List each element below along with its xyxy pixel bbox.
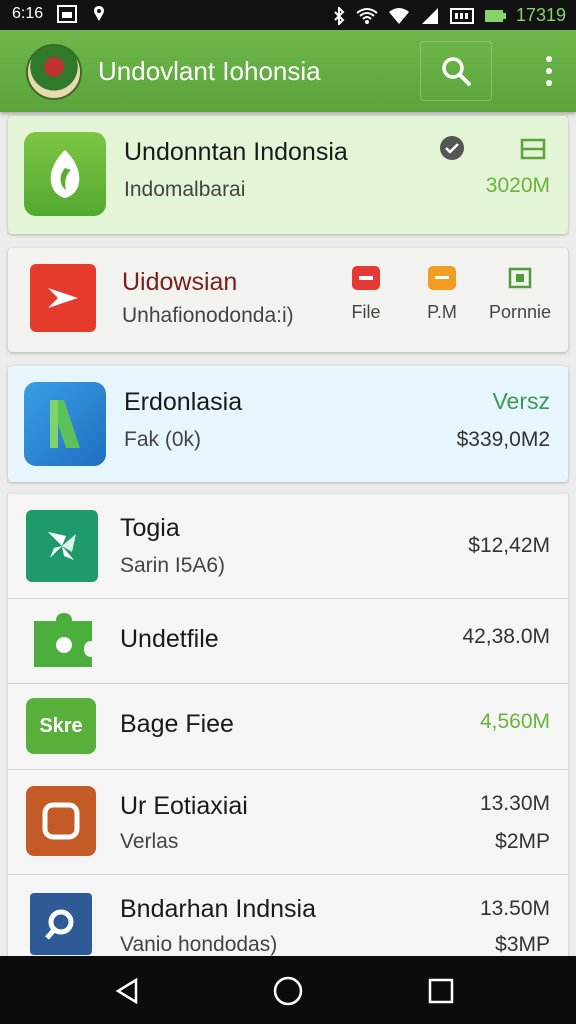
overflow-menu-button[interactable] [544, 56, 554, 86]
list-item-size: 13.30M [479, 792, 550, 815]
list-item-size-secondary: $3MP [495, 933, 550, 956]
status-bar: 6:16 17319 [0, 0, 576, 30]
home-icon [273, 976, 303, 1006]
list-item-title: Ur Eotiaxiai [120, 792, 248, 820]
featured-subtitle: Indomalbarai [124, 178, 246, 201]
selected-card-size: $339,0M2 [456, 428, 550, 451]
list-item-size: 42,38.0M [462, 625, 550, 648]
navigation-bar [0, 956, 576, 1024]
sim-icon [449, 7, 474, 25]
recents-icon [428, 978, 454, 1004]
selected-app-card[interactable]: Erdonlasia Fak (0k) Versz $339,0M2 [8, 366, 568, 482]
app-title: Undovlant Iohonsia [98, 56, 321, 86]
pornnie-action-button[interactable]: Pornnie [480, 266, 560, 323]
file-action-label: File [351, 302, 381, 322]
list-item-subtitle: Sarin I5A6) [120, 554, 226, 577]
list-item-title: Bage Fiee [120, 710, 234, 738]
bluetooth-icon [332, 6, 346, 25]
puzzle-icon [26, 611, 98, 671]
wifi-icon [356, 7, 378, 25]
battery-level: 17319 [515, 5, 566, 25]
list-item[interactable]: Skre Bage Fiee 4,560M [8, 684, 568, 770]
selected-card-title: Erdonlasia [124, 388, 243, 416]
list-item-title: Bndarhan Indnsia [120, 895, 316, 923]
check-icon [440, 136, 464, 160]
stripe-app-icon [24, 382, 106, 466]
list-item[interactable]: Togia Sarin I5A6) $12,42M [8, 494, 568, 599]
selected-card-subtitle: Fak (0k) [124, 428, 202, 451]
featured-app-card[interactable]: Undonntan Indonsia Indomalbarai 3020M [8, 116, 568, 234]
back-icon [115, 977, 138, 1005]
list-item-size: 4,560M [479, 710, 550, 733]
list-item-size: $12,42M [468, 534, 550, 557]
action-card-title: Uidowsian [122, 268, 238, 296]
list-item[interactable]: Bndarhan Indnsia Vanio hondodas) 13.50M … [8, 875, 568, 956]
frame-icon [26, 786, 96, 856]
pm-action-icon [428, 266, 456, 290]
list-item[interactable]: Undetfile 42,38.0M [8, 599, 568, 684]
wifi-signal-icon [388, 7, 410, 25]
location-notification-icon [91, 5, 107, 23]
file-action-icon [352, 266, 380, 290]
clock: 6:16 [12, 5, 44, 22]
list-item-size: 13.50M [479, 897, 550, 920]
search-lens-icon [30, 893, 92, 955]
cell-signal-icon [420, 7, 440, 25]
pm-action-label: P.M [427, 302, 457, 322]
battery-icon [484, 7, 506, 25]
pm-action-button[interactable]: P.M [402, 266, 482, 323]
home-button[interactable] [271, 974, 305, 1008]
play-app-icon [30, 264, 96, 332]
recents-button[interactable] [424, 974, 458, 1008]
featured-size: 3020M [485, 174, 550, 197]
action-card-subtitle: Unhafionodonda:i) [122, 304, 294, 327]
pinwheel-icon [26, 510, 98, 582]
pornnie-action-icon [506, 266, 534, 290]
gallery-notification-icon [57, 5, 78, 23]
search-button[interactable] [420, 41, 492, 101]
back-button[interactable] [110, 974, 144, 1008]
badge-icon-text: Skre [39, 714, 83, 737]
action-app-card[interactable]: Uidowsian Unhafionodonda:i) File P.M Por… [8, 248, 568, 352]
list-item-title: Togia [120, 514, 180, 542]
storage-icon [520, 138, 546, 165]
leaf-app-icon [24, 132, 106, 216]
selected-card-version: Versz [492, 388, 550, 414]
list-item[interactable]: Ur Eotiaxiai Verlas 13.30M $2MP [8, 770, 568, 875]
list-item-size-secondary: $2MP [495, 830, 550, 853]
app-bar: Undovlant Iohonsia [0, 30, 576, 112]
pornnie-action-label: Pornnie [488, 302, 552, 322]
app-logo [26, 44, 82, 100]
search-icon [442, 57, 471, 86]
file-action-button[interactable]: File [326, 266, 406, 323]
list-item-subtitle: Verlas [120, 830, 179, 853]
featured-title: Undonntan Indonsia [124, 138, 348, 166]
list-item-title: Undetfile [120, 625, 219, 653]
badge-icon: Skre [26, 698, 96, 754]
list-item-subtitle: Vanio hondodas) [120, 933, 278, 956]
